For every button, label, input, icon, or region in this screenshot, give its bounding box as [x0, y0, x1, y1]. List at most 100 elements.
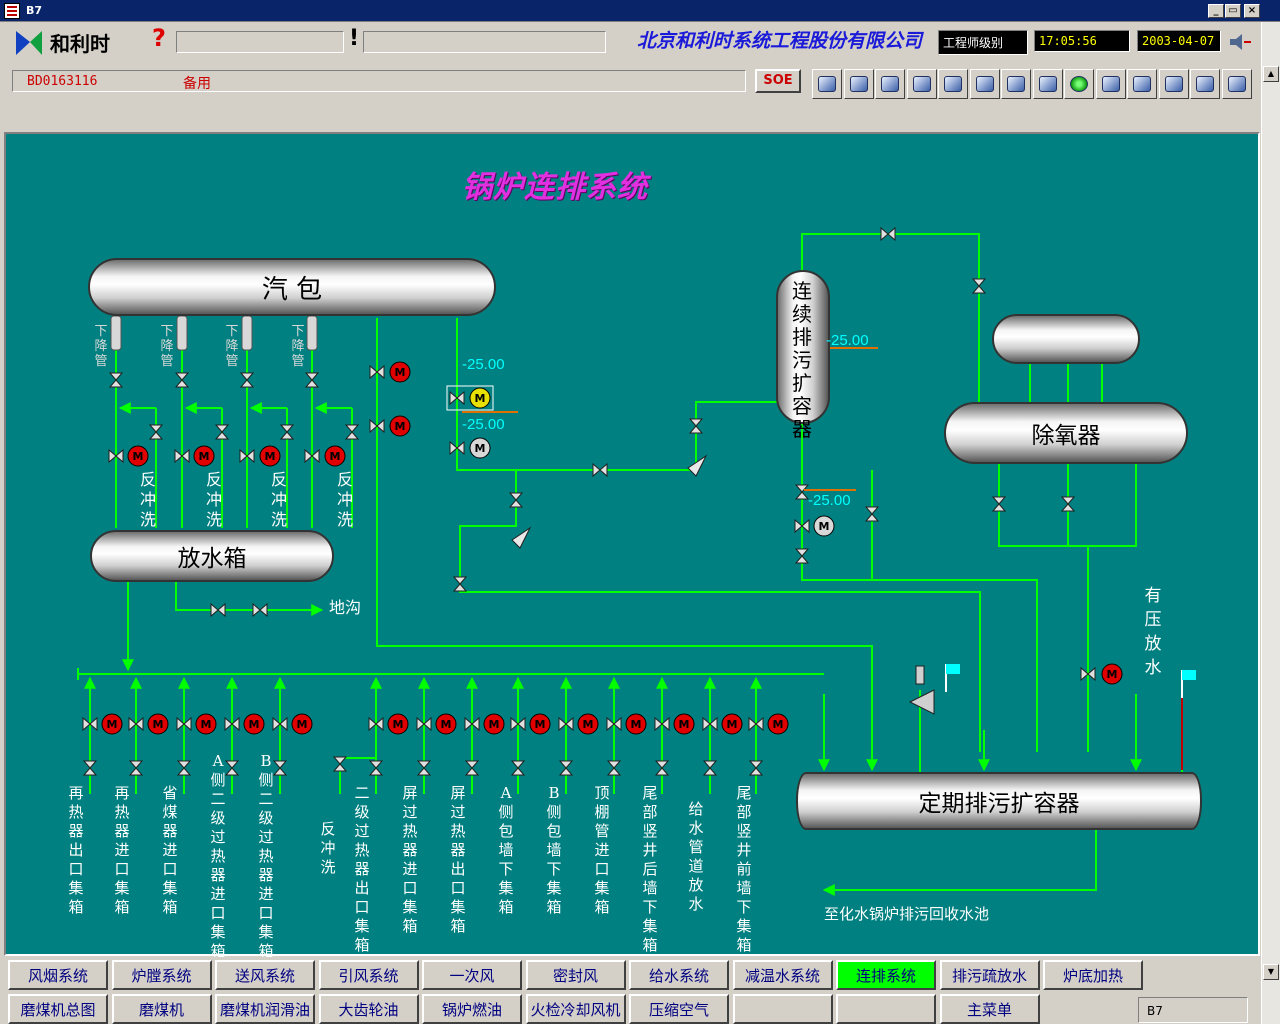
- motor-icon[interactable]: M: [389, 415, 411, 437]
- manual-valve-icon[interactable]: [332, 756, 348, 772]
- header-manual-valve-icon[interactable]: [128, 760, 144, 776]
- motor-icon-idle[interactable]: M: [813, 515, 835, 537]
- green-status-icon[interactable]: [1064, 69, 1094, 99]
- view-icon[interactable]: [812, 69, 842, 99]
- header-motor-icon[interactable]: M: [483, 713, 505, 735]
- header-motor-icon[interactable]: M: [721, 713, 743, 735]
- header-manual-valve-icon[interactable]: [176, 760, 192, 776]
- nav-button[interactable]: 风烟系统: [8, 960, 108, 990]
- periodic-blowdown-tank[interactable]: 定期排污扩容器: [796, 772, 1202, 830]
- close-button[interactable]: ×: [1244, 4, 1260, 18]
- manual-valve-icon[interactable]: [864, 506, 880, 522]
- manual-valve-icon[interactable]: [279, 424, 295, 440]
- left-icon[interactable]: [938, 69, 968, 99]
- header-motor-icon[interactable]: M: [673, 713, 695, 735]
- header-motor-icon[interactable]: M: [101, 713, 123, 735]
- header-manual-valve-icon[interactable]: [510, 760, 526, 776]
- manual-valve-icon[interactable]: [210, 602, 226, 618]
- deaerator-top-tank[interactable]: [992, 314, 1140, 364]
- right-icon[interactable]: [969, 69, 1000, 99]
- motor-icon[interactable]: M: [127, 445, 149, 467]
- scroll-up-icon[interactable]: ▲: [1263, 66, 1279, 82]
- manual-valve-icon[interactable]: [508, 492, 524, 508]
- copy-icon[interactable]: [1001, 69, 1031, 99]
- soe-button[interactable]: SOE: [755, 69, 801, 93]
- manual-valve-icon[interactable]: [452, 576, 468, 592]
- motor-icon[interactable]: M: [324, 445, 346, 467]
- manual-valve-icon[interactable]: [1060, 496, 1076, 512]
- pump-icon[interactable]: [875, 69, 905, 99]
- motor-icon-idle[interactable]: M: [469, 437, 491, 459]
- header-manual-valve-icon[interactable]: [606, 760, 622, 776]
- manual-valve-icon[interactable]: [794, 484, 810, 500]
- nav-button[interactable]: 密封风: [525, 960, 626, 990]
- vertical-scrollbar[interactable]: ▲ ▼: [1261, 22, 1280, 1024]
- manual-valve-icon[interactable]: [108, 372, 124, 388]
- nav-button-empty[interactable]: [836, 994, 936, 1024]
- nav-button[interactable]: 磨煤机总图: [8, 994, 108, 1024]
- help-icon[interactable]: ?: [152, 24, 166, 52]
- restore-button[interactable]: ▭: [1225, 4, 1241, 18]
- nav-button[interactable]: 锅炉燃油: [422, 994, 522, 1024]
- print-cancel-icon[interactable]: [1127, 69, 1157, 99]
- manual-valve-icon[interactable]: [239, 372, 255, 388]
- manual-valve-icon[interactable]: [688, 418, 704, 434]
- manual-valve-icon[interactable]: [344, 424, 360, 440]
- nav-button[interactable]: 炉膛系统: [111, 960, 212, 990]
- nav-button[interactable]: 送风系统: [215, 960, 315, 990]
- header-motor-icon[interactable]: M: [577, 713, 599, 735]
- drain-tank[interactable]: 放水箱: [90, 530, 334, 582]
- nav-button[interactable]: 排污疏放水: [939, 960, 1040, 990]
- header-manual-valve-icon[interactable]: [748, 760, 764, 776]
- nav-button[interactable]: 给水系统: [629, 960, 729, 990]
- print-setup-icon[interactable]: [1158, 69, 1189, 99]
- nav-button[interactable]: 主菜单: [939, 994, 1040, 1024]
- header-manual-valve-icon[interactable]: [464, 760, 480, 776]
- header-manual-valve-icon[interactable]: [416, 760, 432, 776]
- deaerator[interactable]: 除氧器: [944, 402, 1188, 464]
- scroll-down-icon[interactable]: ▼: [1263, 964, 1279, 980]
- nav-button[interactable]: 一次风: [422, 960, 522, 990]
- header-motor-icon[interactable]: M: [767, 713, 789, 735]
- header-manual-valve-icon[interactable]: [82, 760, 98, 776]
- header-motor-icon[interactable]: M: [625, 713, 647, 735]
- nav-button[interactable]: 连排系统: [836, 960, 936, 990]
- header-motor-icon[interactable]: M: [435, 713, 457, 735]
- header-motor-icon[interactable]: M: [195, 713, 217, 735]
- minimize-button[interactable]: _: [1208, 4, 1224, 18]
- safety-valve-icon[interactable]: [908, 665, 935, 715]
- print-icon[interactable]: [1095, 69, 1126, 99]
- manual-valve-icon[interactable]: [971, 278, 987, 294]
- header-manual-valve-icon[interactable]: [654, 760, 670, 776]
- report-icon[interactable]: [1221, 69, 1252, 99]
- alarm-icon[interactable]: [1032, 69, 1063, 99]
- manual-valve-icon[interactable]: [174, 372, 190, 388]
- manual-valve-icon[interactable]: [252, 602, 268, 618]
- nav-button[interactable]: 炉底加热: [1043, 960, 1143, 990]
- motor-icon[interactable]: M: [1101, 663, 1123, 685]
- header-motor-icon[interactable]: M: [387, 713, 409, 735]
- manual-valve-icon[interactable]: [148, 424, 164, 440]
- manual-valve-icon[interactable]: [592, 462, 608, 478]
- trend-icon[interactable]: [1190, 69, 1220, 99]
- steam-drum[interactable]: 汽 包: [88, 258, 496, 316]
- nav-button-empty[interactable]: [732, 994, 833, 1024]
- home-icon[interactable]: [843, 69, 874, 99]
- check-valve-icon[interactable]: [511, 526, 532, 549]
- manual-valve-icon[interactable]: [880, 226, 896, 242]
- speaker-mute-icon[interactable]: [1228, 33, 1252, 55]
- header-manual-valve-icon[interactable]: [368, 760, 384, 776]
- header-manual-valve-icon[interactable]: [702, 760, 718, 776]
- nav-button[interactable]: 减温水系统: [732, 960, 833, 990]
- nav-button[interactable]: 引风系统: [318, 960, 419, 990]
- header-motor-icon[interactable]: M: [147, 713, 169, 735]
- manual-valve-icon[interactable]: [991, 496, 1007, 512]
- motor-icon[interactable]: M: [193, 445, 215, 467]
- manual-valve-icon[interactable]: [794, 548, 810, 564]
- motor-icon-selected[interactable]: M: [469, 387, 491, 409]
- header-motor-icon[interactable]: M: [529, 713, 551, 735]
- nav-button[interactable]: 火检冷却风机: [525, 994, 626, 1024]
- motor-icon[interactable]: M: [259, 445, 281, 467]
- nav-button[interactable]: 压缩空气: [629, 994, 729, 1024]
- nav-button[interactable]: 磨煤机润滑油: [215, 994, 315, 1024]
